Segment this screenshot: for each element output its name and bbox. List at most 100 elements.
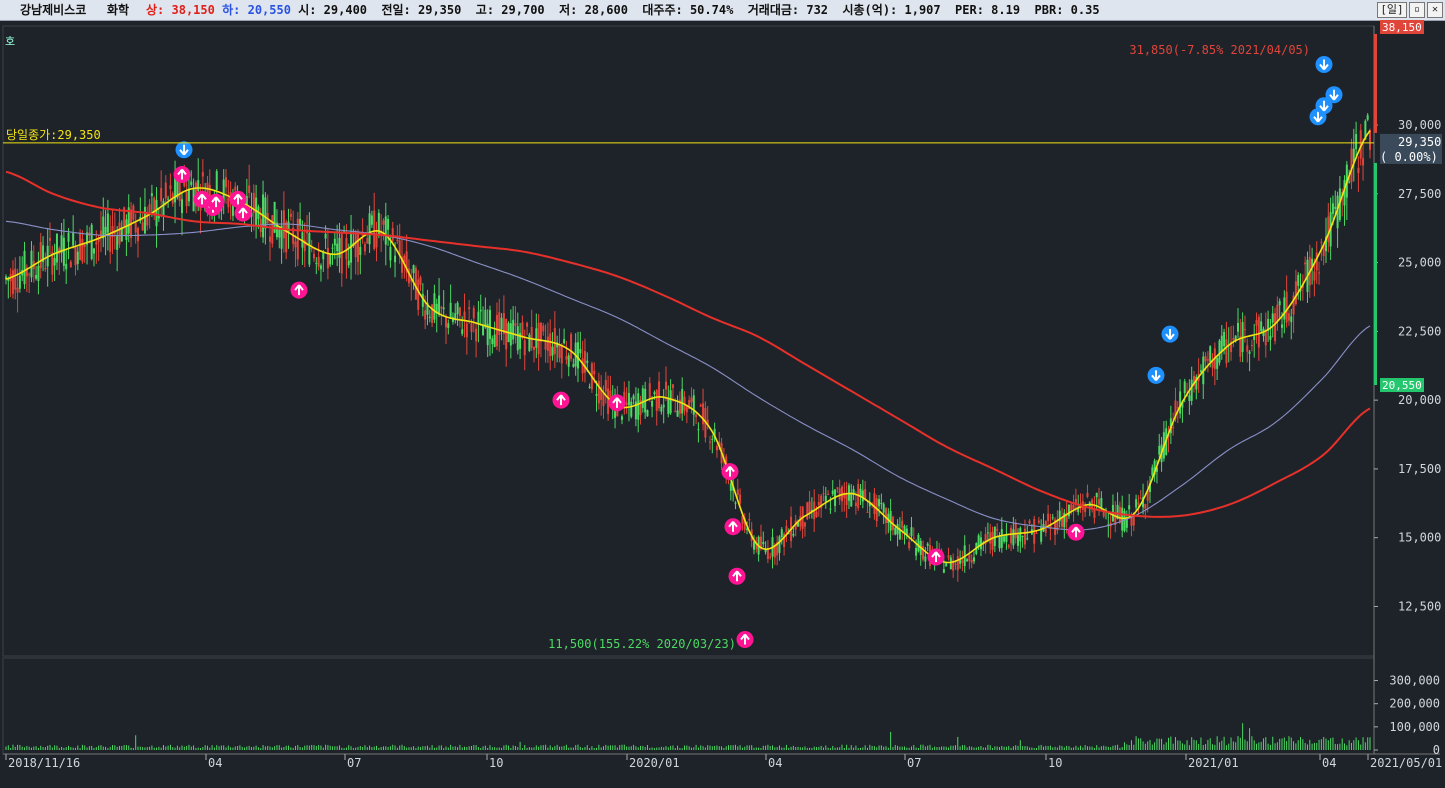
candle — [28, 272, 31, 294]
candle — [896, 519, 899, 547]
candle — [1139, 489, 1142, 500]
candle — [766, 540, 769, 564]
candle — [465, 321, 468, 355]
candle — [1239, 319, 1242, 362]
candle — [1336, 191, 1339, 248]
restore-icon[interactable]: ▫ — [1409, 2, 1425, 18]
candle — [368, 205, 371, 253]
ma-mid-line — [5, 220, 1371, 531]
candle — [1051, 513, 1054, 521]
candle — [1058, 501, 1061, 528]
time-tick-label: 07 — [347, 756, 361, 770]
price-tick-label: 30,000 — [1398, 118, 1441, 132]
candle — [1149, 476, 1151, 504]
stock-chart: 당일종가:29,350 호 31,850(-7.85% 2021/04/05) … — [2, 20, 1442, 770]
candle — [880, 493, 883, 510]
time-tick-label: 2021/05/01 — [1370, 756, 1442, 770]
candle — [912, 527, 915, 540]
sell-signal-icon — [175, 141, 193, 159]
candle — [1047, 504, 1050, 526]
candle — [118, 207, 121, 249]
candle — [660, 404, 663, 415]
time-tick-label: 2018/11/16 — [8, 756, 80, 770]
candle — [991, 526, 994, 557]
price-tick-label: 20,000 — [1398, 393, 1441, 407]
candle — [491, 335, 494, 354]
candle — [834, 488, 837, 513]
candle — [259, 207, 262, 238]
candle — [639, 395, 642, 425]
time-tick-label: 2021/01 — [1188, 756, 1239, 770]
candle — [838, 479, 841, 506]
candle — [917, 532, 920, 553]
candle — [7, 276, 10, 299]
upper-limit-label: 상: — [146, 3, 165, 17]
volume-tick-label: 0 — [1433, 743, 1440, 757]
candle — [225, 169, 227, 204]
time-axis: 2018/11/16 04 07 10 2020/01 04 07 10 2021/01 04 20… — [5, 754, 1442, 770]
candle — [1095, 492, 1098, 511]
candle — [442, 290, 445, 316]
stock-name: 강남제비스코 — [20, 3, 87, 17]
candle — [414, 265, 417, 300]
candle — [313, 248, 315, 262]
candle — [1297, 272, 1300, 300]
candle — [373, 192, 376, 251]
candle — [1345, 160, 1348, 220]
candle — [785, 519, 788, 543]
candle — [1264, 312, 1267, 358]
candle — [410, 268, 413, 301]
candle — [405, 234, 408, 282]
candle — [472, 305, 475, 333]
candle — [1125, 510, 1128, 533]
candle — [697, 422, 700, 443]
candle — [354, 229, 357, 275]
candle — [69, 259, 72, 268]
candle — [817, 493, 820, 517]
top-price-label: 38,150 — [1382, 21, 1422, 34]
candle — [65, 248, 68, 284]
candle — [966, 557, 969, 562]
sell-signal-icon — [1161, 325, 1179, 343]
candle — [1116, 492, 1119, 520]
sell-signal-icon — [1315, 56, 1333, 74]
candle — [447, 319, 450, 335]
candle — [1290, 308, 1293, 340]
candle — [637, 388, 640, 433]
candle — [736, 478, 739, 498]
candle — [542, 322, 545, 336]
close-icon[interactable]: ✕ — [1427, 2, 1443, 18]
candle — [1007, 544, 1010, 549]
candle — [1262, 326, 1265, 342]
candle — [734, 501, 737, 510]
candle — [676, 395, 679, 417]
candle — [963, 535, 966, 573]
candle — [1334, 190, 1337, 215]
volume-tick-label: 100,000 — [1389, 720, 1440, 734]
lower-limit-value: 20,550 — [247, 3, 291, 17]
candle — [461, 316, 464, 337]
candle — [1079, 493, 1082, 513]
candle — [1366, 113, 1369, 122]
candle — [1056, 510, 1059, 535]
candle — [523, 329, 526, 371]
candle — [1246, 338, 1249, 363]
candle — [1352, 128, 1355, 182]
candle — [99, 211, 102, 253]
price-tick-label: 17,500 — [1398, 462, 1441, 476]
candle — [81, 230, 84, 264]
candle — [667, 385, 670, 418]
period-button[interactable]: [일] — [1377, 2, 1407, 18]
candle — [878, 495, 881, 517]
candle — [479, 294, 482, 326]
candle — [544, 324, 547, 363]
candle — [646, 409, 649, 417]
candle — [93, 247, 95, 267]
candle — [1005, 522, 1008, 550]
volume-tick-label: 300,000 — [1389, 674, 1440, 688]
candle — [419, 275, 422, 292]
buy-signal-icon — [290, 281, 308, 299]
candle — [861, 479, 864, 509]
candle — [1003, 535, 1006, 544]
title-bar: 강남제비스코 화학 상: 38,150 하: 20,550 시: 29,400 … — [0, 0, 1445, 21]
